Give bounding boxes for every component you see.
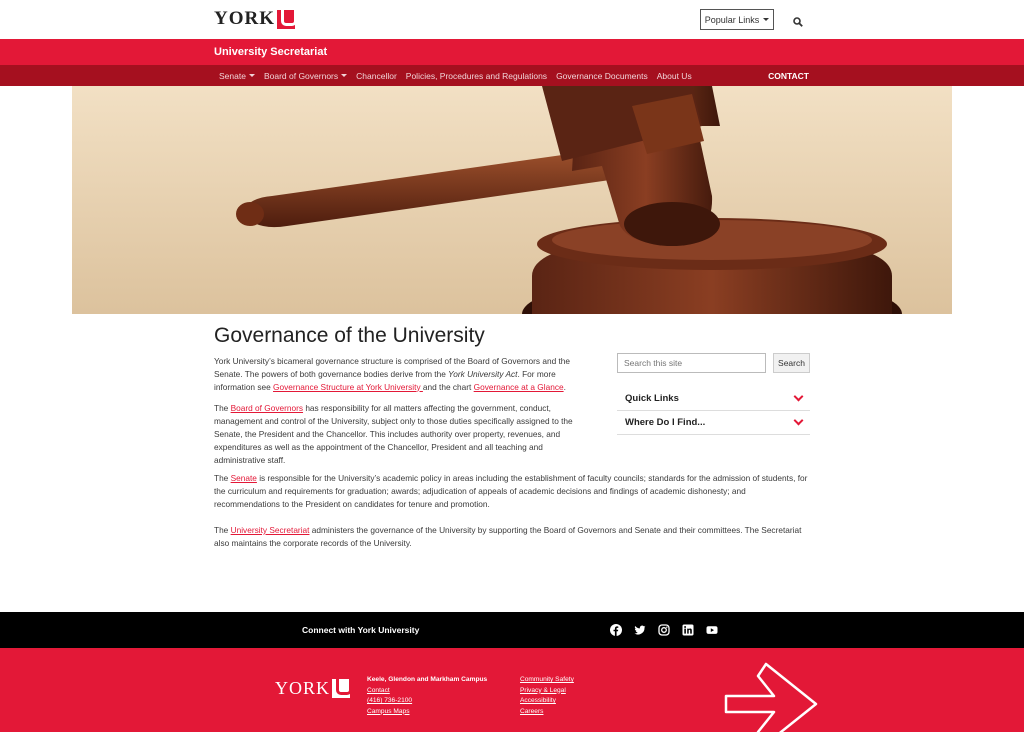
- instagram-icon[interactable]: [658, 623, 670, 636]
- nav-item-label: Policies, Procedures and Regulations: [405, 70, 548, 81]
- accordion-quick-links[interactable]: Quick Links: [617, 387, 810, 411]
- chevron-down-icon: [793, 415, 804, 426]
- top-header: YORK Popular Links: [0, 0, 1024, 39]
- york-u-mark-icon: [277, 9, 297, 29]
- youtube-icon[interactable]: [706, 623, 718, 635]
- nav-item-governance-documents[interactable]: Governance Documents: [556, 71, 648, 81]
- facebook-icon[interactable]: [610, 623, 622, 636]
- footer-campus-column: Keele, Glendon and Markham Campus Contac…: [367, 675, 487, 717]
- footer-contact-link[interactable]: Contact: [367, 686, 487, 697]
- connect-label: Connect with York University: [302, 625, 420, 635]
- york-u-mark-icon: [332, 679, 353, 698]
- p3-text-2: is responsible for the University’s acad…: [214, 473, 808, 509]
- footer-logo-text: YORK: [275, 678, 331, 698]
- footer-links-column: Community Safety Privacy & Legal Accessi…: [520, 675, 574, 717]
- governance-at-a-glance-link[interactable]: Governance at a Glance: [474, 382, 564, 392]
- p3-text-1: The: [214, 473, 231, 483]
- twitter-icon[interactable]: [634, 623, 646, 635]
- footer-campus-maps-link[interactable]: Campus Maps: [367, 707, 487, 718]
- nav-item-label: Senate: [219, 70, 246, 81]
- accordion-label: Quick Links: [625, 393, 679, 404]
- p4-text-1: The: [214, 525, 231, 535]
- popular-links-button[interactable]: Popular Links: [700, 9, 774, 30]
- footer-social-bar: Connect with York University: [0, 612, 1024, 648]
- caret-down-icon: [248, 74, 255, 77]
- caret-down-icon: [341, 74, 348, 77]
- site-title[interactable]: University Secretariat: [214, 46, 327, 58]
- intro-paragraph: York University’s bicameral governance s…: [214, 355, 594, 393]
- nav-item-board-of-governors[interactable]: Board of Governors: [263, 70, 348, 81]
- footer-phone-link[interactable]: (416) 736-2100: [367, 696, 487, 707]
- hero-image-gavel: [72, 86, 952, 314]
- campus-heading: Keele, Glendon and Markham Campus: [367, 676, 488, 683]
- york-logo[interactable]: YORK: [214, 8, 297, 29]
- sidebar: Search Quick Links Where Do I Find...: [617, 353, 810, 435]
- nav-item-label: About Us: [656, 70, 692, 81]
- nav-item-senate[interactable]: Senate: [219, 71, 255, 81]
- footer-community-safety-link[interactable]: Community Safety: [520, 675, 574, 686]
- logo-text: YORK: [214, 8, 275, 29]
- footer-privacy-legal-link[interactable]: Privacy & Legal: [520, 686, 574, 697]
- nav-item-policies-procedures-and-regulations[interactable]: Policies, Procedures and Regulations: [406, 71, 547, 81]
- main-content: Governance of the University York Univer…: [214, 324, 594, 475]
- governance-structure-link[interactable]: Governance Structure at York University: [273, 382, 423, 392]
- site-search: Search: [617, 353, 810, 373]
- board-of-governors-link[interactable]: Board of Governors: [231, 403, 303, 413]
- senate-paragraph: The Senate is responsible for the Univer…: [214, 472, 810, 510]
- search-input[interactable]: [617, 353, 766, 373]
- footer-york-logo[interactable]: YORK: [275, 678, 353, 699]
- popular-links-label: Popular Links: [704, 14, 760, 25]
- footer-accessibility-link[interactable]: Accessibility: [520, 696, 574, 707]
- p1-text-3: and the chart: [422, 381, 474, 392]
- university-secretariat-link[interactable]: University Secretariat: [231, 525, 310, 535]
- social-icons: [610, 623, 718, 636]
- nav-item-label: Chancellor: [356, 70, 397, 81]
- nav-contact-link[interactable]: CONTACT: [768, 71, 809, 81]
- search-icon[interactable]: [793, 14, 803, 27]
- chevron-down-icon: [793, 391, 804, 402]
- decorative-arrow-icon: [724, 662, 818, 732]
- page-title: Governance of the University: [214, 324, 485, 347]
- footer-careers-link[interactable]: Careers: [520, 707, 574, 718]
- accordion-label: Where Do I Find...: [625, 417, 706, 428]
- nav-item-chancellor[interactable]: Chancellor: [356, 71, 397, 81]
- accordion-where-do-i-find[interactable]: Where Do I Find...: [617, 411, 810, 435]
- footer-main: YORK Keele, Glendon and Markham Campus C…: [0, 648, 1024, 732]
- senate-link[interactable]: Senate: [231, 473, 257, 483]
- caret-down-icon: [763, 18, 770, 21]
- board-paragraph: The Board of Governors has responsibilit…: [214, 402, 594, 466]
- nav-item-about-us[interactable]: About Us: [657, 71, 692, 81]
- main-nav: Senate Board of Governors Chancellor Polici…: [0, 65, 1024, 86]
- nav-items: Senate Board of Governors Chancellor Polici…: [219, 65, 692, 86]
- search-button[interactable]: Search: [773, 353, 810, 373]
- p2-text-1: The: [214, 403, 231, 414]
- linkedin-icon[interactable]: [682, 623, 694, 636]
- site-title-bar: University Secretariat: [0, 39, 1024, 65]
- secretariat-paragraph: The University Secretariat administers t…: [214, 524, 810, 550]
- p1-em: York University Act: [448, 368, 518, 379]
- p1-text-4: .: [563, 381, 566, 392]
- nav-item-label: Governance Documents: [556, 70, 648, 81]
- nav-item-label: Board of Governors: [263, 70, 339, 81]
